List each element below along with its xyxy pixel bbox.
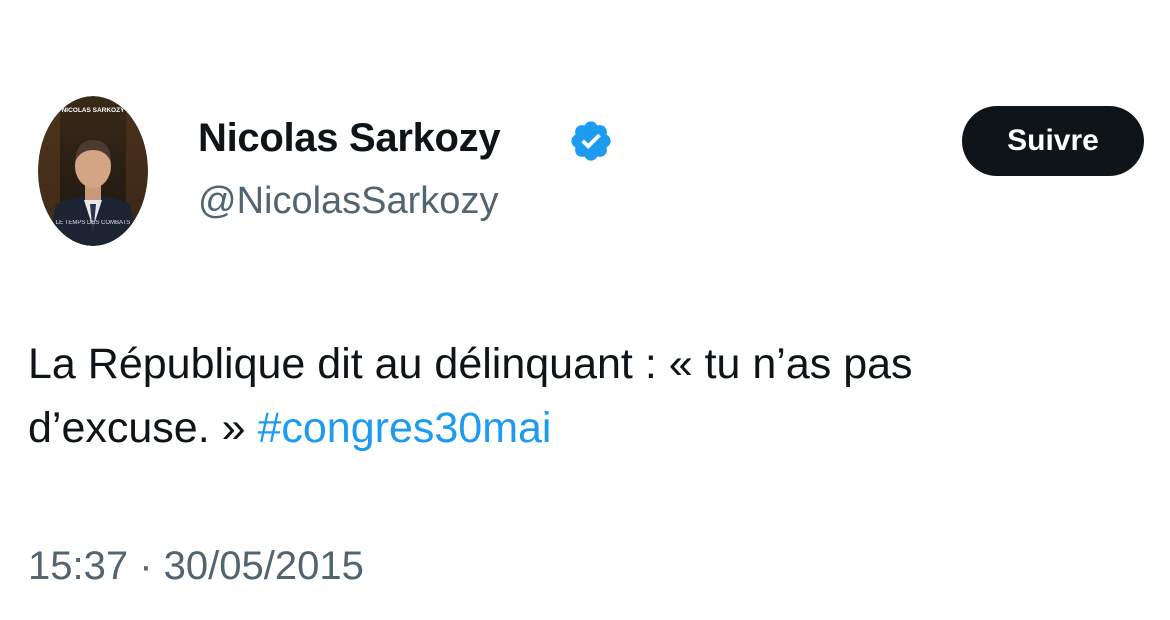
tweet-card: NICOLAS SARKOZY LE TEMPS DES COMBATS Nic… (0, 0, 1170, 620)
hashtag-link[interactable]: #congres30mai (257, 404, 551, 452)
tweet-timestamp[interactable]: 15:37 · 30/05/2015 (28, 544, 364, 589)
tweet-text: La République dit au délinquant : « tu n… (28, 332, 1168, 460)
avatar-image: NICOLAS SARKOZY LE TEMPS DES COMBATS (38, 96, 148, 246)
tweet-text-line-1: La République dit au délinquant : « tu n… (28, 340, 913, 388)
avatar-subtitle-text: LE TEMPS DES COMBATS (56, 220, 130, 226)
tweet-time: 15:37 (28, 544, 129, 588)
author-display-name[interactable]: Nicolas Sarkozy (198, 116, 501, 161)
avatar-title-text: NICOLAS SARKOZY (62, 107, 126, 114)
follow-button[interactable]: Suivre (962, 106, 1144, 176)
author-handle[interactable]: @NicolasSarkozy (198, 180, 498, 223)
avatar[interactable]: NICOLAS SARKOZY LE TEMPS DES COMBATS (38, 96, 148, 246)
tweet-date: 30/05/2015 (163, 544, 364, 588)
tweet-text-line-2: d’excuse. » #congres30mai (28, 396, 1168, 460)
meta-separator: · (128, 544, 164, 588)
tweet-text-line-2-prefix: d’excuse. » (28, 404, 258, 452)
verified-badge-icon[interactable] (568, 118, 614, 164)
